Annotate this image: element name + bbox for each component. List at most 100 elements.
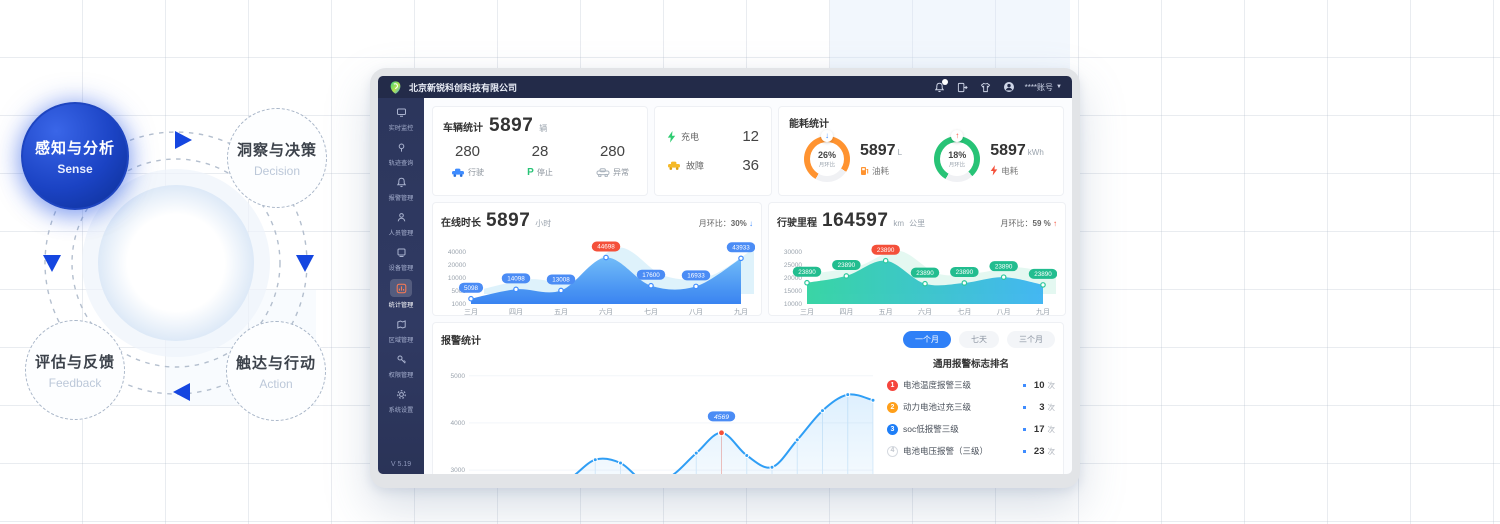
dashboard-screen: 北京新锐科创科技有限公司 ****账号 ▼ [378,76,1072,474]
arrow-left-icon [173,383,190,401]
bullet-icon [1023,450,1026,453]
svg-text:九月: 九月 [734,307,748,316]
svg-text:30000: 30000 [784,249,802,256]
parking-icon: P [527,167,534,178]
charge-fault-panel: 充电 12 故障 36 [654,106,772,196]
car-gray-icon [596,168,610,177]
svg-text:七月: 七月 [957,307,971,316]
svg-text:23890: 23890 [838,262,856,269]
cycle-diagram: 感知与分析 Sense 洞察与决策 Decision 评估与反馈 Feedbac… [0,80,360,480]
cycle-node-feedback: 评估与反馈 Feedback [25,320,125,420]
svg-text:三月: 三月 [800,308,814,316]
svg-text:23890: 23890 [877,247,895,254]
vehicle-unit: 辆 [539,123,547,134]
svg-text:23890: 23890 [798,269,816,276]
svg-text:20000: 20000 [448,262,466,269]
titlebar: 北京新锐科创科技有限公司 ****账号 ▼ [378,76,1072,98]
fault-stat: 故障 36 [667,157,759,174]
cycle-node-sense: 感知与分析 Sense [21,102,129,210]
rank-badge: 1 [887,380,898,391]
range-three-months[interactable]: 三个月 [1007,331,1055,348]
sidebar-item-statistics-mgmt[interactable]: 统计管理 [388,279,414,309]
charging-stat: 充电 12 [667,128,759,145]
sidebar-item-alarm-mgmt[interactable]: 报警管理 [388,174,414,202]
ranking-row: 1 电池温度报警三级 10 次 [887,379,1055,391]
notifications-button[interactable] [934,82,945,93]
logout-button[interactable] [957,82,968,93]
node-title: 感知与分析 [35,137,115,158]
dashboard-content: 车辆统计 5897 辆 280 行驶 [424,98,1072,474]
svg-text:4000: 4000 [451,420,466,427]
vehicle-stat-abnormal: 280 异常 [596,143,629,178]
avatar[interactable] [1003,81,1015,93]
svg-text:23890: 23890 [995,263,1013,270]
stats-chart-icon [390,279,412,297]
svg-text:44698: 44698 [597,244,615,251]
svg-text:3000: 3000 [451,467,466,474]
svg-text:七月: 七月 [644,307,658,316]
cycle-node-decision: 洞察与决策 Decision [227,108,327,208]
sidebar-item-realtime-monitor[interactable]: 实时监控 [388,104,414,132]
svg-text:八月: 八月 [997,308,1011,316]
alarm-ranking: 通用报警标志排名 1 电池温度报警三级 10 次 2 [887,354,1055,474]
person-icon [392,209,410,225]
car-yellow-icon [667,161,681,170]
sidebar-item-system-settings[interactable]: 系统设置 [388,386,414,414]
svg-text:14098: 14098 [507,276,525,283]
bullet-icon [1023,428,1026,431]
svg-text:5098: 5098 [464,285,479,292]
svg-text:23890: 23890 [916,270,934,277]
svg-text:15000: 15000 [784,288,802,295]
online-hours-panel: 在线时长 5897 小时 月环比：30% ↓ 40000200001000050… [432,202,762,316]
range-seven-days[interactable]: 七天 [959,331,999,348]
vehicle-stats-panel: 车辆统计 5897 辆 280 行驶 [432,106,648,196]
theme-skin-button[interactable] [980,82,991,93]
account-caret-icon[interactable]: ▼ [1056,84,1062,90]
sidebar-item-region-mgmt[interactable]: 区域管理 [388,316,414,344]
trend-down-icon: ↓ [821,130,833,142]
range-one-month[interactable]: 一个月 [903,331,951,348]
map-icon [392,316,410,332]
rank-badge: 2 [887,402,898,413]
company-name: 北京新锐科创科技有限公司 [409,81,517,94]
fuel-pump-icon [860,166,869,176]
cycle-node-action: 触达与行动 Action [226,321,326,421]
svg-text:23890: 23890 [1034,271,1052,278]
arrow-right-icon [175,131,192,149]
svg-text:13008: 13008 [552,277,570,284]
device-icon [392,244,410,260]
location-pin-icon [392,139,410,155]
car-blue-icon [451,168,465,177]
ranking-row: 4 电池电压报警（三级） 23 次 [887,445,1055,457]
sidebar-item-track-query[interactable]: 轨迹查询 [388,139,414,167]
node-subtitle: Sense [57,162,92,176]
panel-title: 车辆统计 [443,119,483,134]
svg-text:五月: 五月 [879,308,893,316]
power-gauge: 18% 月环比 ↑ 5897kWh [925,136,1053,182]
svg-text:4569: 4569 [714,414,729,421]
sidebar-item-personnel-mgmt[interactable]: 人员管理 [388,209,414,237]
arrow-down-icon [296,255,314,272]
mom-online: 月环比：30% ↓ [699,218,753,229]
sidebar-item-device-mgmt[interactable]: 设备管理 [388,244,414,272]
account-name[interactable]: ****账号 [1025,82,1053,93]
node-subtitle: Feedback [49,376,102,390]
node-title: 洞察与决策 [237,139,317,160]
company-logo-icon [388,80,403,95]
svg-text:5000: 5000 [451,373,466,380]
node-subtitle: Action [259,377,292,391]
ranking-row: 3 soc低报警三级 17 次 [887,423,1055,435]
vehicle-stat-driving: 280 行驶 [451,143,484,178]
svg-text:四月: 四月 [509,308,523,316]
sidebar-item-permission-mgmt[interactable]: 权限管理 [388,351,414,379]
svg-text:1000: 1000 [452,301,467,308]
svg-text:四月: 四月 [839,308,853,316]
key-icon [392,351,410,367]
bell-icon [392,174,410,190]
node-title: 评估与反馈 [35,351,115,372]
notification-badge [942,79,948,85]
node-title: 触达与行动 [236,352,316,373]
bullet-icon [1023,384,1026,387]
svg-text:16933: 16933 [687,273,705,280]
alarm-trend-chart: 5000 4000 3000 4569 [441,354,877,474]
